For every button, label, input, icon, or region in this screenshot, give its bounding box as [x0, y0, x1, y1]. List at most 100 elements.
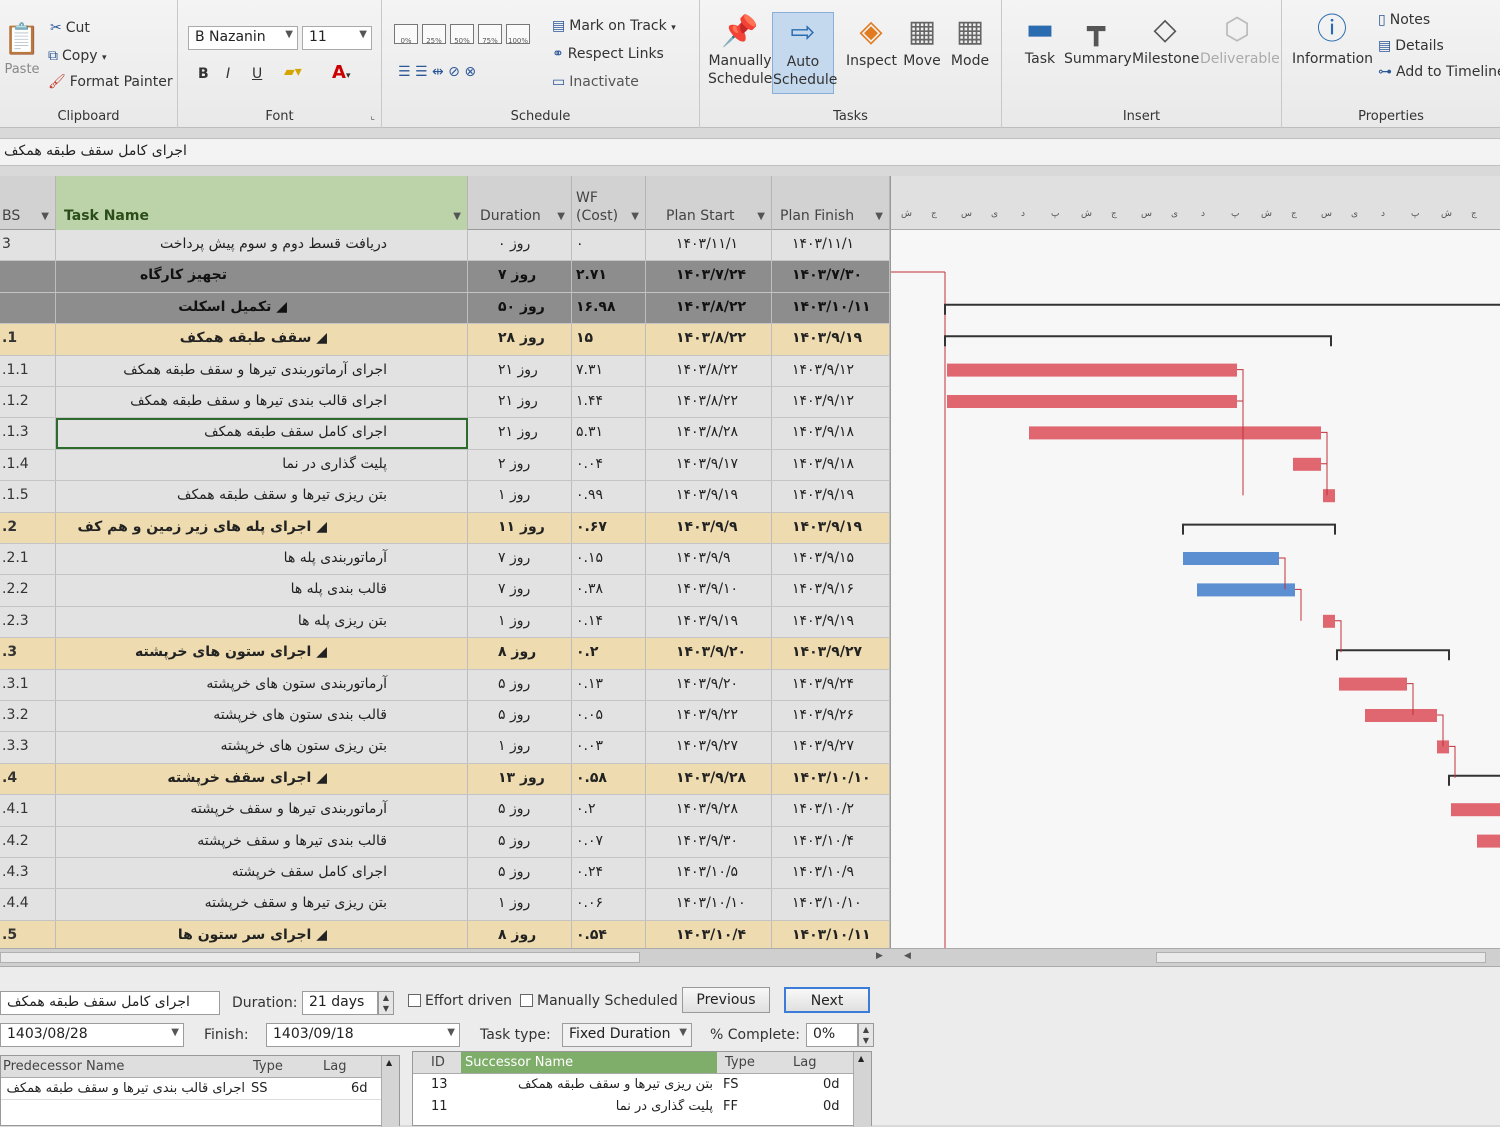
- table-row[interactable]: .3.1 آرماتوربندی ستون های خرپشته ۵ روز ۰.۱۳…: [0, 669, 890, 701]
- cost-cell[interactable]: ۰.۲۴: [572, 858, 646, 889]
- cost-cell[interactable]: ۲.۷۱: [572, 261, 646, 292]
- table-row[interactable]: 11 پلیت گذاری در نما FF 0d: [413, 1096, 853, 1118]
- cost-cell[interactable]: ۷.۳۱: [572, 355, 646, 386]
- task-name-cell[interactable]: آرماتوربندی تیرها و سقف خرپشته: [56, 795, 468, 826]
- wbs-cell[interactable]: .3.3: [0, 732, 56, 763]
- task-bar[interactable]: [1323, 614, 1335, 628]
- wbs-cell[interactable]: .1.3: [0, 418, 56, 449]
- pct-complete-spinner[interactable]: ▲ ▼: [858, 1023, 874, 1047]
- pct-0-button[interactable]: 0%: [394, 24, 418, 45]
- summary-bar[interactable]: [944, 303, 1500, 315]
- duration-cell[interactable]: ۷ روز: [468, 261, 572, 292]
- cost-cell[interactable]: ۰: [572, 230, 646, 261]
- respect-links-button[interactable]: ⚭ Respect Links: [552, 46, 664, 62]
- cost-cell[interactable]: ۰.۱۳: [572, 669, 646, 700]
- cost-cell[interactable]: ۰.۱۴: [572, 606, 646, 638]
- cost-cell[interactable]: ۰.۹۹: [572, 481, 646, 512]
- cost-cell[interactable]: ۰.۰۳: [572, 732, 646, 763]
- duration-cell[interactable]: ۸ روز: [468, 920, 572, 952]
- task-bar[interactable]: [1451, 803, 1500, 817]
- start-field[interactable]: 1403/08/28 ▼: [0, 1023, 184, 1047]
- summary-bar[interactable]: [1182, 523, 1336, 535]
- plan-start-cell[interactable]: ۱۴۰۳/۱۰/۵: [646, 858, 772, 889]
- task-name-cell[interactable]: اجرای کامل سقف طبقه همکف: [56, 418, 468, 449]
- format-painter-button[interactable]: 🖌 Format Painter: [48, 74, 173, 90]
- pct-50-button[interactable]: 50%: [450, 24, 474, 45]
- table-row[interactable]: .1.5 بتن ریزی تیرها و سقف طبقه همکف ۱ روز ۰…: [0, 481, 890, 513]
- task-name-cell[interactable]: بتن ریزی پله ها: [56, 606, 468, 638]
- task-type-select[interactable]: Fixed Duration ▼: [562, 1023, 692, 1047]
- summary-bar[interactable]: [1448, 774, 1500, 786]
- duration-spinner[interactable]: ▲ ▼: [378, 991, 394, 1015]
- duration-cell[interactable]: ۰ روز: [468, 230, 572, 261]
- cost-cell[interactable]: ۰.۰۷: [572, 826, 646, 857]
- plan-start-cell[interactable]: ۱۴۰۳/۸/۲۸: [646, 418, 772, 449]
- plan-start-cell[interactable]: ۱۴۰۳/۸/۲۲: [646, 324, 772, 355]
- task-name-cell[interactable]: آرماتوربندی ستون های خرپشته: [56, 669, 468, 700]
- duration-cell[interactable]: ۲ روز: [468, 449, 572, 481]
- plan-finish-cell[interactable]: ۱۴۰۳/۱۱/۱: [772, 230, 890, 261]
- inactivate-button[interactable]: ▭ Inactivate: [552, 74, 639, 90]
- task-bar[interactable]: [1477, 834, 1500, 848]
- table-row[interactable]: .2 ◢ اجرای پله های زیر زمین و هم کف ۱۱ روز…: [0, 512, 890, 544]
- cost-cell[interactable]: ۱۵: [572, 324, 646, 355]
- plan-start-cell[interactable]: ۱۴۰۳/۸/۲۲: [646, 387, 772, 418]
- wbs-cell[interactable]: .3.2: [0, 701, 56, 732]
- plan-start-cell[interactable]: ۱۴۰۳/۹/۲۲: [646, 701, 772, 732]
- wbs-cell[interactable]: [0, 292, 56, 324]
- manually-schedule-button[interactable]: 📌 Manually Schedule: [708, 12, 772, 88]
- task-name-cell[interactable]: قالب بندی تیرها و سقف خرپشته: [56, 826, 468, 857]
- font-size-select[interactable]: 11 ▼: [302, 26, 372, 50]
- summary-bar[interactable]: [1336, 649, 1450, 661]
- duration-cell[interactable]: ۵ روز: [468, 826, 572, 857]
- plan-finish-cell[interactable]: ۱۴۰۳/۱۰/۴: [772, 826, 890, 857]
- inspect-button[interactable]: ◈ Inspect: [846, 12, 897, 70]
- wbs-cell[interactable]: .4.4: [0, 889, 56, 920]
- duration-cell[interactable]: ۲۱ روز: [468, 418, 572, 449]
- bold-button[interactable]: B: [198, 66, 209, 82]
- underline-button[interactable]: U: [252, 66, 262, 82]
- wbs-cell[interactable]: .1.2: [0, 387, 56, 418]
- wbs-cell[interactable]: .2.1: [0, 544, 56, 575]
- duration-cell[interactable]: ۵۰ روز: [468, 292, 572, 324]
- cost-cell[interactable]: ۱.۴۴: [572, 387, 646, 418]
- cost-cell[interactable]: ۰.۵۴: [572, 920, 646, 952]
- plan-start-cell[interactable]: ۱۴۰۳/۹/۹: [646, 544, 772, 575]
- table-row[interactable]: .3.2 قالب بندی ستون های خرپشته ۵ روز ۰.۰۵ ۱۴…: [0, 701, 890, 733]
- column-header-plan-finish[interactable]: Plan Finish ▼: [772, 176, 890, 230]
- add-to-timeline-button[interactable]: ⊶ Add to Timeline: [1378, 64, 1500, 80]
- plan-finish-cell[interactable]: ۱۴۰۳/۱۰/۱۰: [772, 763, 890, 795]
- finish-field[interactable]: 1403/09/18 ▼: [266, 1023, 460, 1047]
- plan-finish-cell[interactable]: ۱۴۰۳/۹/۲۶: [772, 701, 890, 732]
- cut-button[interactable]: ✂ Cut: [50, 20, 90, 36]
- plan-finish-cell[interactable]: ۱۴۰۳/۹/۱۹: [772, 606, 890, 638]
- wbs-cell[interactable]: .5: [0, 920, 56, 952]
- font-family-select[interactable]: B Nazanin ▼: [188, 26, 298, 50]
- cost-cell[interactable]: ۰.۱۵: [572, 544, 646, 575]
- table-row[interactable]: اجرای قالب بندی تیرها و سقف طبقه همکف SS…: [1, 1078, 381, 1100]
- duration-cell[interactable]: ۲۱ روز: [468, 355, 572, 386]
- plan-start-cell[interactable]: ۱۴۰۳/۱۰/۴: [646, 920, 772, 952]
- dialog-launcher-icon[interactable]: ⌞: [370, 111, 375, 122]
- move-button[interactable]: ▦ Move: [900, 12, 944, 70]
- task-bar[interactable]: [1197, 583, 1295, 597]
- wbs-cell[interactable]: .3.1: [0, 669, 56, 700]
- highlight-color-icon[interactable]: ▰▾: [284, 64, 302, 80]
- task-name-cell[interactable]: قالب بندی پله ها: [56, 575, 468, 606]
- cost-cell[interactable]: ۰.۰۴: [572, 449, 646, 481]
- table-row[interactable]: .1 ◢ سقف طبقه همکف ۲۸ روز ۱۵ ۱۴۰۳/۸/۲۲ ۱۴۰۳/۹…: [0, 324, 890, 356]
- task-name-cell[interactable]: ◢ تکمیل اسکلت: [56, 292, 468, 324]
- task-name-cell[interactable]: ◢ سقف طبقه همکف: [56, 324, 468, 355]
- cost-cell[interactable]: ۰.۶۷: [572, 512, 646, 543]
- task-name-cell[interactable]: تجهیز کارگاه: [56, 261, 468, 292]
- table-row[interactable]: .3 ◢ اجرای ستون های خرپشته ۸ روز ۰.۲ ۱۴۰۳/۹/…: [0, 638, 890, 670]
- task-name-cell[interactable]: ◢ اجرای سر ستون ها: [56, 920, 468, 952]
- copy-button[interactable]: ⧉ Copy ▾: [48, 48, 107, 64]
- duration-cell[interactable]: ۲۱ روز: [468, 387, 572, 418]
- task-name-cell[interactable]: قالب بندی ستون های خرپشته: [56, 701, 468, 732]
- plan-finish-cell[interactable]: ۱۴۰۳/۹/۱۹: [772, 481, 890, 512]
- pct-100-button[interactable]: 100%: [506, 24, 530, 45]
- entry-bar[interactable]: اجرای کامل سقف طبقه همکف: [0, 138, 1500, 166]
- column-header-task-name[interactable]: Task Name ▼: [56, 176, 468, 230]
- wbs-cell[interactable]: .2: [0, 512, 56, 543]
